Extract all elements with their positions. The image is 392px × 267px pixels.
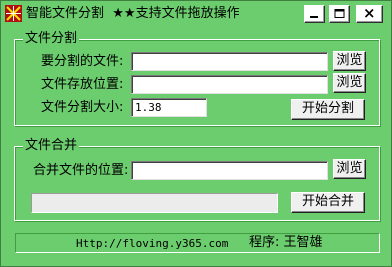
- split-group-title: 文件分割: [23, 31, 80, 47]
- merge-progress-bar: [31, 193, 278, 213]
- app-window: 智能文件分割 ★★支持文件拖放操作 文件分割 要分割的文件: 浏览 文件存放位置…: [0, 0, 392, 267]
- author-credit: 程序: 王智雄: [249, 235, 323, 250]
- start-merge-button[interactable]: 开始合并: [291, 192, 365, 213]
- minimize-button[interactable]: [304, 5, 325, 23]
- browse-file-button[interactable]: 浏览: [333, 51, 366, 71]
- browse-dest-button[interactable]: 浏览: [333, 73, 366, 93]
- split-file-input[interactable]: [131, 52, 328, 71]
- start-split-button[interactable]: 开始分割: [291, 99, 365, 120]
- browse-merge-button[interactable]: 浏览: [333, 159, 366, 179]
- split-size-label: 文件分割大小:: [41, 100, 124, 115]
- dest-input[interactable]: [131, 75, 328, 94]
- close-button[interactable]: [356, 5, 383, 23]
- split-file-label: 要分割的文件:: [41, 54, 124, 69]
- close-icon: [364, 8, 374, 18]
- maximize-button[interactable]: [329, 5, 350, 23]
- status-bar: Http://floving.y365.com 程序: 王智雄: [15, 233, 380, 253]
- window-title: 智能文件分割 ★★支持文件拖放操作: [26, 6, 240, 21]
- merge-group-title: 文件合并: [23, 138, 80, 154]
- app-icon: [5, 5, 22, 22]
- minimize-icon: [310, 16, 318, 18]
- maximize-icon: [334, 9, 345, 18]
- website-link[interactable]: Http://floving.y365.com: [76, 236, 228, 251]
- merge-location-label: 合并文件的位置:: [33, 163, 129, 178]
- dest-label: 文件存放位置:: [41, 77, 124, 92]
- merge-location-input[interactable]: [131, 161, 328, 180]
- split-size-input[interactable]: 1.38: [131, 98, 207, 117]
- title-bar[interactable]: 智能文件分割 ★★支持文件拖放操作: [1, 1, 391, 27]
